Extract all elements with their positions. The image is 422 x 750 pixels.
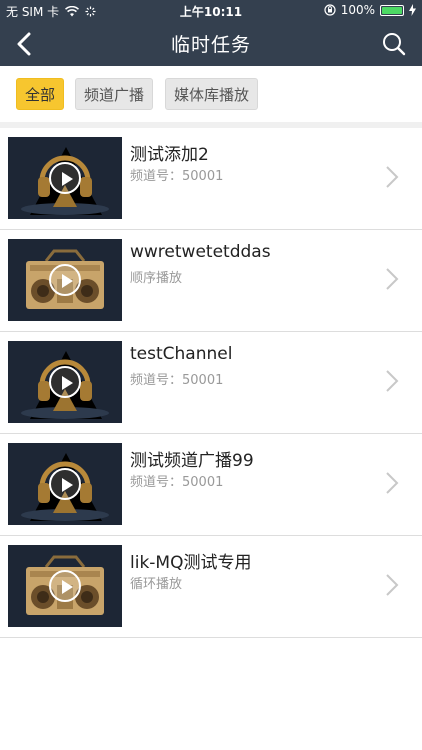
headphones-thumbnail <box>8 341 122 423</box>
headphones-thumbnail <box>8 443 122 525</box>
item-subtitle: 频道号：50001 <box>130 475 224 490</box>
list-item[interactable]: 测试频道广播99 频道号：50001 <box>0 434 422 536</box>
item-subtitle: 频道号：50001 <box>130 373 224 388</box>
item-title: 测试添加2 <box>130 145 209 165</box>
item-title: wwretwetetddas <box>130 242 271 262</box>
chevron-right-icon <box>386 574 399 596</box>
header: 无 SIM 卡 上午10:11 100% 临时任务 <box>0 0 422 66</box>
battery-percent: 100% <box>340 3 375 17</box>
item-subtitle: 循环播放 <box>130 577 183 592</box>
status-bar: 无 SIM 卡 上午10:11 100% <box>0 0 422 22</box>
list-item[interactable]: lik-MQ测试专用 循环播放 <box>0 536 422 638</box>
item-title: lik-MQ测试专用 <box>130 553 252 573</box>
chevron-right-icon <box>386 472 399 494</box>
chevron-right-icon <box>386 166 399 188</box>
orientation-lock-icon <box>324 4 336 16</box>
tab-channel-broadcast[interactable]: 频道广播 <box>75 78 154 110</box>
nav-bar: 临时任务 <box>0 22 422 66</box>
charging-icon <box>409 4 416 16</box>
headphones-thumbnail <box>8 137 122 219</box>
play-icon <box>49 366 81 398</box>
battery-icon <box>380 4 404 16</box>
list-item[interactable]: testChannel 频道号：50001 <box>0 332 422 434</box>
play-icon <box>49 264 81 296</box>
item-subtitle: 顺序播放 <box>130 271 183 286</box>
list-item[interactable]: wwretwetetddas 顺序播放 <box>0 230 422 332</box>
play-icon <box>49 570 81 602</box>
search-button[interactable] <box>378 28 410 60</box>
play-icon <box>49 468 81 500</box>
chevron-right-icon <box>386 268 399 290</box>
chevron-right-icon <box>386 370 399 392</box>
tab-all[interactable]: 全部 <box>16 78 65 110</box>
play-icon <box>49 162 81 194</box>
tab-media-library-playback[interactable]: 媒体库播放 <box>165 78 259 110</box>
item-title: testChannel <box>130 344 233 364</box>
page-title: 临时任务 <box>170 34 251 56</box>
search-icon <box>383 33 406 56</box>
boombox-thumbnail <box>8 545 122 627</box>
battery-level <box>382 6 402 14</box>
list-item[interactable]: 测试添加2 频道号：50001 <box>0 128 422 230</box>
status-right: 100% <box>324 3 416 17</box>
item-title: 测试频道广播99 <box>130 451 254 471</box>
item-subtitle: 频道号：50001 <box>130 169 224 184</box>
task-list: 测试添加2 频道号：50001 wwretwetetddas 顺序播放 test… <box>0 128 422 638</box>
boombox-thumbnail <box>8 239 122 321</box>
filter-tabs: 全部 频道广播 媒体库播放 <box>0 66 422 122</box>
